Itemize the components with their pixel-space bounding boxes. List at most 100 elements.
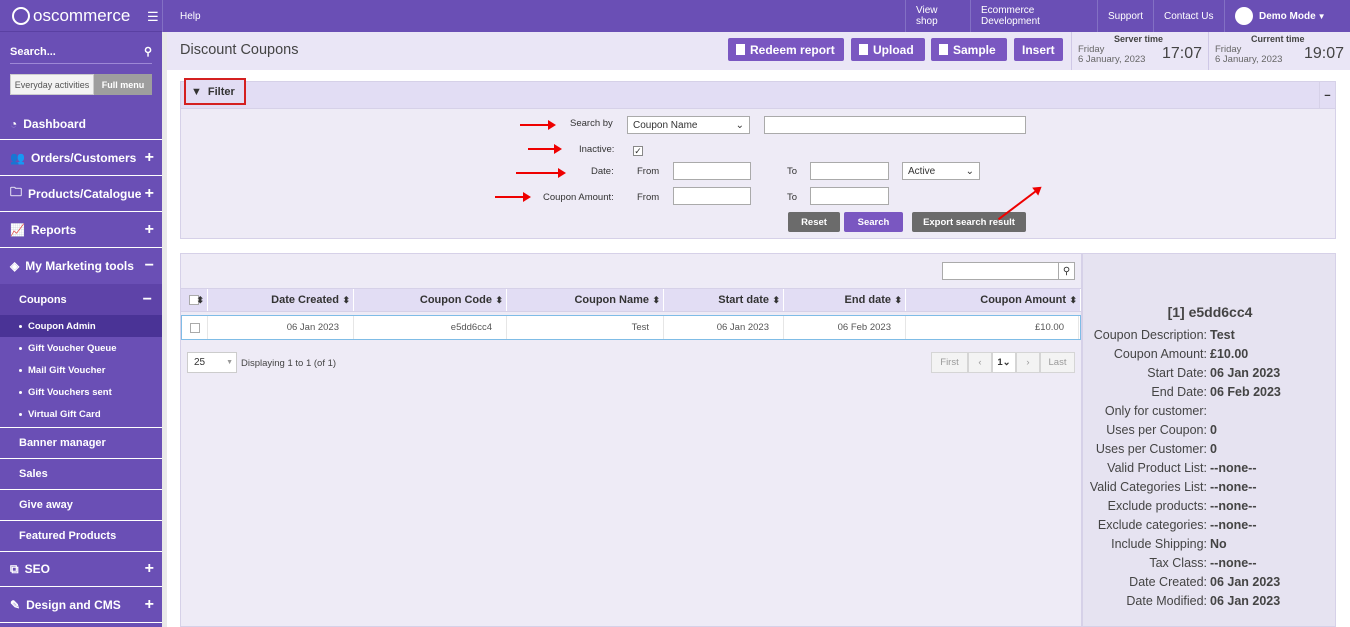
search-keyword-input[interactable]: [764, 116, 1026, 134]
detail-value: --none--: [1210, 556, 1257, 570]
column-coupon-code[interactable]: Coupon Code: [354, 289, 507, 311]
next-page-button[interactable]: ›: [1016, 352, 1040, 373]
date-from-input[interactable]: [673, 162, 751, 180]
sidebar-item-seo[interactable]: ⧉ SEO +: [0, 551, 162, 587]
sidebar-item-coupons[interactable]: Coupons −: [0, 284, 162, 315]
column-end-date[interactable]: End date: [784, 289, 906, 311]
table-row[interactable]: 06 Jan 2023 e5dd6cc4 Test 06 Jan 2023 06…: [181, 315, 1081, 340]
hamburger-icon[interactable]: ☰: [147, 9, 159, 25]
sidebar-subitem-gift-vouchers-sent[interactable]: Gift Vouchers sent: [0, 381, 162, 403]
column-start-date[interactable]: Start date: [664, 289, 784, 311]
full-menu-button[interactable]: Full menu: [94, 74, 152, 95]
sidebar-scrollbar[interactable]: [162, 32, 167, 627]
sidebar-subitem-mail-gift-voucher[interactable]: Mail Gift Voucher: [0, 359, 162, 381]
file-icon: [736, 44, 745, 55]
server-time: Server time Friday 6 January, 2023 17:07: [1071, 32, 1208, 70]
column-coupon-amount[interactable]: Coupon Amount: [906, 289, 1081, 311]
last-page-button[interactable]: Last: [1040, 352, 1075, 373]
chevron-left-icon: ‹: [978, 357, 982, 368]
filter-panel: ▼ Filter −: [180, 78, 1336, 239]
detail-key: Valid Product List:: [1107, 461, 1207, 475]
sidebar-item-give-away[interactable]: Give away: [0, 489, 162, 520]
amount-to-input[interactable]: [810, 187, 889, 205]
ecommerce-development-link[interactable]: Ecommerce Development: [970, 0, 1097, 32]
row-checkbox-cell[interactable]: [182, 316, 208, 339]
status-select[interactable]: Active ⌄: [902, 162, 980, 180]
folder-icon: 🗀: [10, 185, 23, 199]
menu-toggle: Everyday activities Full menu: [10, 74, 152, 95]
sample-button[interactable]: Sample: [931, 38, 1007, 61]
chevron-down-icon: ▼: [226, 359, 233, 366]
bullet-icon: [19, 412, 22, 416]
coupon-detail-panel: [1] e5dd6cc4 Coupon Description: Test Coup…: [1082, 253, 1336, 627]
collapse-button[interactable]: −: [1319, 82, 1335, 109]
detail-row: Uses per Customer: 0: [1083, 442, 1337, 456]
sidebar-item-design-cms[interactable]: ✎ Design and CMS +: [0, 587, 162, 623]
help-link[interactable]: Help: [162, 0, 214, 32]
sitemap-icon: ⧉: [10, 561, 19, 576]
chevron-down-icon: ⌄: [735, 119, 744, 131]
first-page-button[interactable]: First: [931, 352, 968, 373]
inactive-checkbox[interactable]: ✓: [633, 146, 643, 156]
export-search-result-button[interactable]: Export search result: [912, 212, 1026, 232]
detail-key: Only for customer:: [1104, 404, 1207, 418]
amount-from-input[interactable]: [673, 187, 751, 205]
caret-down-icon: ▼: [1317, 11, 1326, 21]
upload-button[interactable]: Upload: [851, 38, 925, 61]
sidebar-item-featured-products[interactable]: Featured Products: [0, 520, 162, 551]
sidebar-subitem-gift-voucher-queue[interactable]: Gift Voucher Queue: [0, 337, 162, 359]
page-select[interactable]: 1 ⌄: [992, 352, 1016, 373]
view-shop-link[interactable]: View shop: [905, 0, 970, 32]
select-all-checkbox-cell[interactable]: [181, 289, 208, 311]
page-size-select[interactable]: 25 ▼: [187, 352, 237, 373]
detail-value: 06 Feb 2023: [1210, 385, 1281, 399]
sidebar-item-marketing[interactable]: ◈ My Marketing tools −: [0, 248, 162, 284]
search-button[interactable]: Search: [844, 212, 903, 232]
everyday-activities-button[interactable]: Everyday activities: [10, 74, 94, 95]
user-menu[interactable]: Demo Mode ▼: [1224, 0, 1350, 32]
detail-row: Only for customer:: [1083, 404, 1337, 418]
detail-key: Date Created:: [1129, 575, 1207, 589]
date-to-input[interactable]: [810, 162, 889, 180]
sidebar-subitem-coupon-admin[interactable]: Coupon Admin: [0, 315, 162, 337]
detail-key: Valid Categories List:: [1089, 480, 1207, 494]
cell-coupon-code: e5dd6cc4: [354, 316, 507, 339]
sidebar-item-products[interactable]: 🗀 Products/Catalogue +: [0, 176, 162, 212]
logo[interactable]: oscommerce: [0, 0, 162, 32]
row-checkbox[interactable]: [189, 322, 200, 333]
sidebar-item-sales[interactable]: Sales: [0, 458, 162, 489]
redeem-report-button[interactable]: Redeem report: [728, 38, 844, 61]
detail-key: Uses per Coupon:: [1106, 423, 1207, 437]
collapse-icon: −: [142, 290, 152, 308]
support-link[interactable]: Support: [1097, 0, 1153, 32]
select-all-checkbox[interactable]: [189, 295, 199, 305]
column-date-created[interactable]: Date Created: [208, 289, 354, 311]
detail-key: Coupon Amount:: [1113, 347, 1207, 361]
cell-start-date: 06 Jan 2023: [664, 316, 784, 339]
column-coupon-name[interactable]: Coupon Name: [507, 289, 664, 311]
cell-date-created: 06 Jan 2023: [208, 316, 354, 339]
detail-key: Tax Class:: [1149, 556, 1207, 570]
detail-row: Date Modified: 06 Jan 2023: [1083, 594, 1337, 608]
sidebar-item-orders[interactable]: 👥 Orders/Customers +: [0, 140, 162, 176]
search-by-select[interactable]: Coupon Name ⌄: [627, 116, 750, 134]
logo-icon: [12, 6, 30, 25]
detail-key: Coupon Description:: [1093, 328, 1207, 342]
filter-toggle[interactable]: ▼ Filter: [184, 78, 246, 105]
insert-button[interactable]: Insert: [1014, 38, 1063, 61]
sidebar-item-dashboard[interactable]: ◔ Dashboard: [0, 109, 162, 140]
table-search-input[interactable]: [942, 262, 1059, 280]
displaying-count: Displaying 1 to 1 (of 1): [241, 358, 337, 369]
sidebar-search[interactable]: Search... ⚲: [10, 40, 152, 64]
detail-row: Start Date: 06 Jan 2023: [1083, 366, 1337, 380]
expand-icon: +: [144, 595, 154, 613]
table-search-button[interactable]: ⚲: [1058, 262, 1075, 280]
sidebar-item-banner-manager[interactable]: Banner manager: [0, 427, 162, 458]
sidebar-item-reports[interactable]: 📈 Reports +: [0, 212, 162, 248]
expand-icon: +: [144, 148, 154, 166]
contact-us-link[interactable]: Contact Us: [1153, 0, 1224, 32]
prev-page-button[interactable]: ‹: [968, 352, 992, 373]
sidebar-subitem-virtual-gift-card[interactable]: Virtual Gift Card: [0, 403, 162, 425]
reset-button[interactable]: Reset: [788, 212, 840, 232]
chevron-down-icon: ⌄: [965, 165, 974, 177]
